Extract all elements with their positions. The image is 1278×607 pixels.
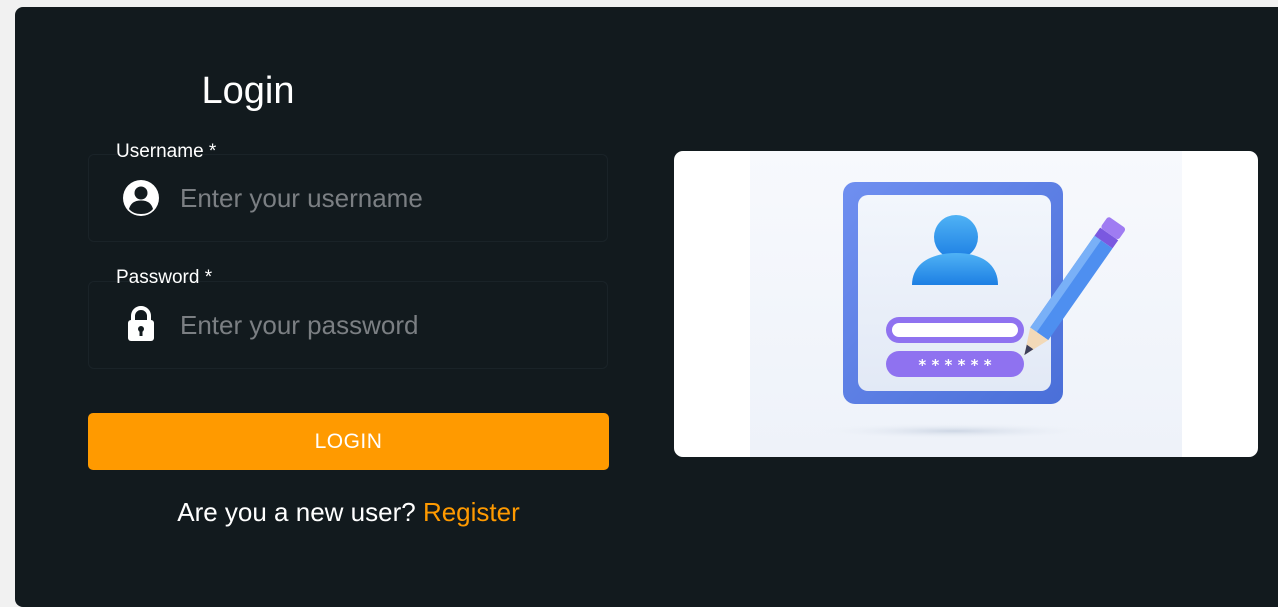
password-input[interactable] — [180, 305, 590, 345]
page-title: Login — [201, 70, 295, 112]
register-link[interactable]: Register — [423, 497, 520, 527]
shadow — [814, 423, 1094, 439]
username-input[interactable] — [180, 178, 590, 218]
user-circle-icon — [123, 180, 159, 216]
register-line: Are you a new user? Register — [88, 497, 609, 528]
login-illustration: * * * * * * — [750, 151, 1182, 457]
login-button[interactable]: LOGIN — [88, 413, 609, 470]
register-prompt: Are you a new user? — [177, 497, 416, 527]
password-mask-text: * * * * * * — [918, 356, 991, 374]
lock-icon — [128, 305, 154, 341]
illustration-card: * * * * * * — [674, 151, 1258, 457]
password-label: Password * — [116, 267, 213, 288]
username-label: Username * — [116, 141, 217, 162]
